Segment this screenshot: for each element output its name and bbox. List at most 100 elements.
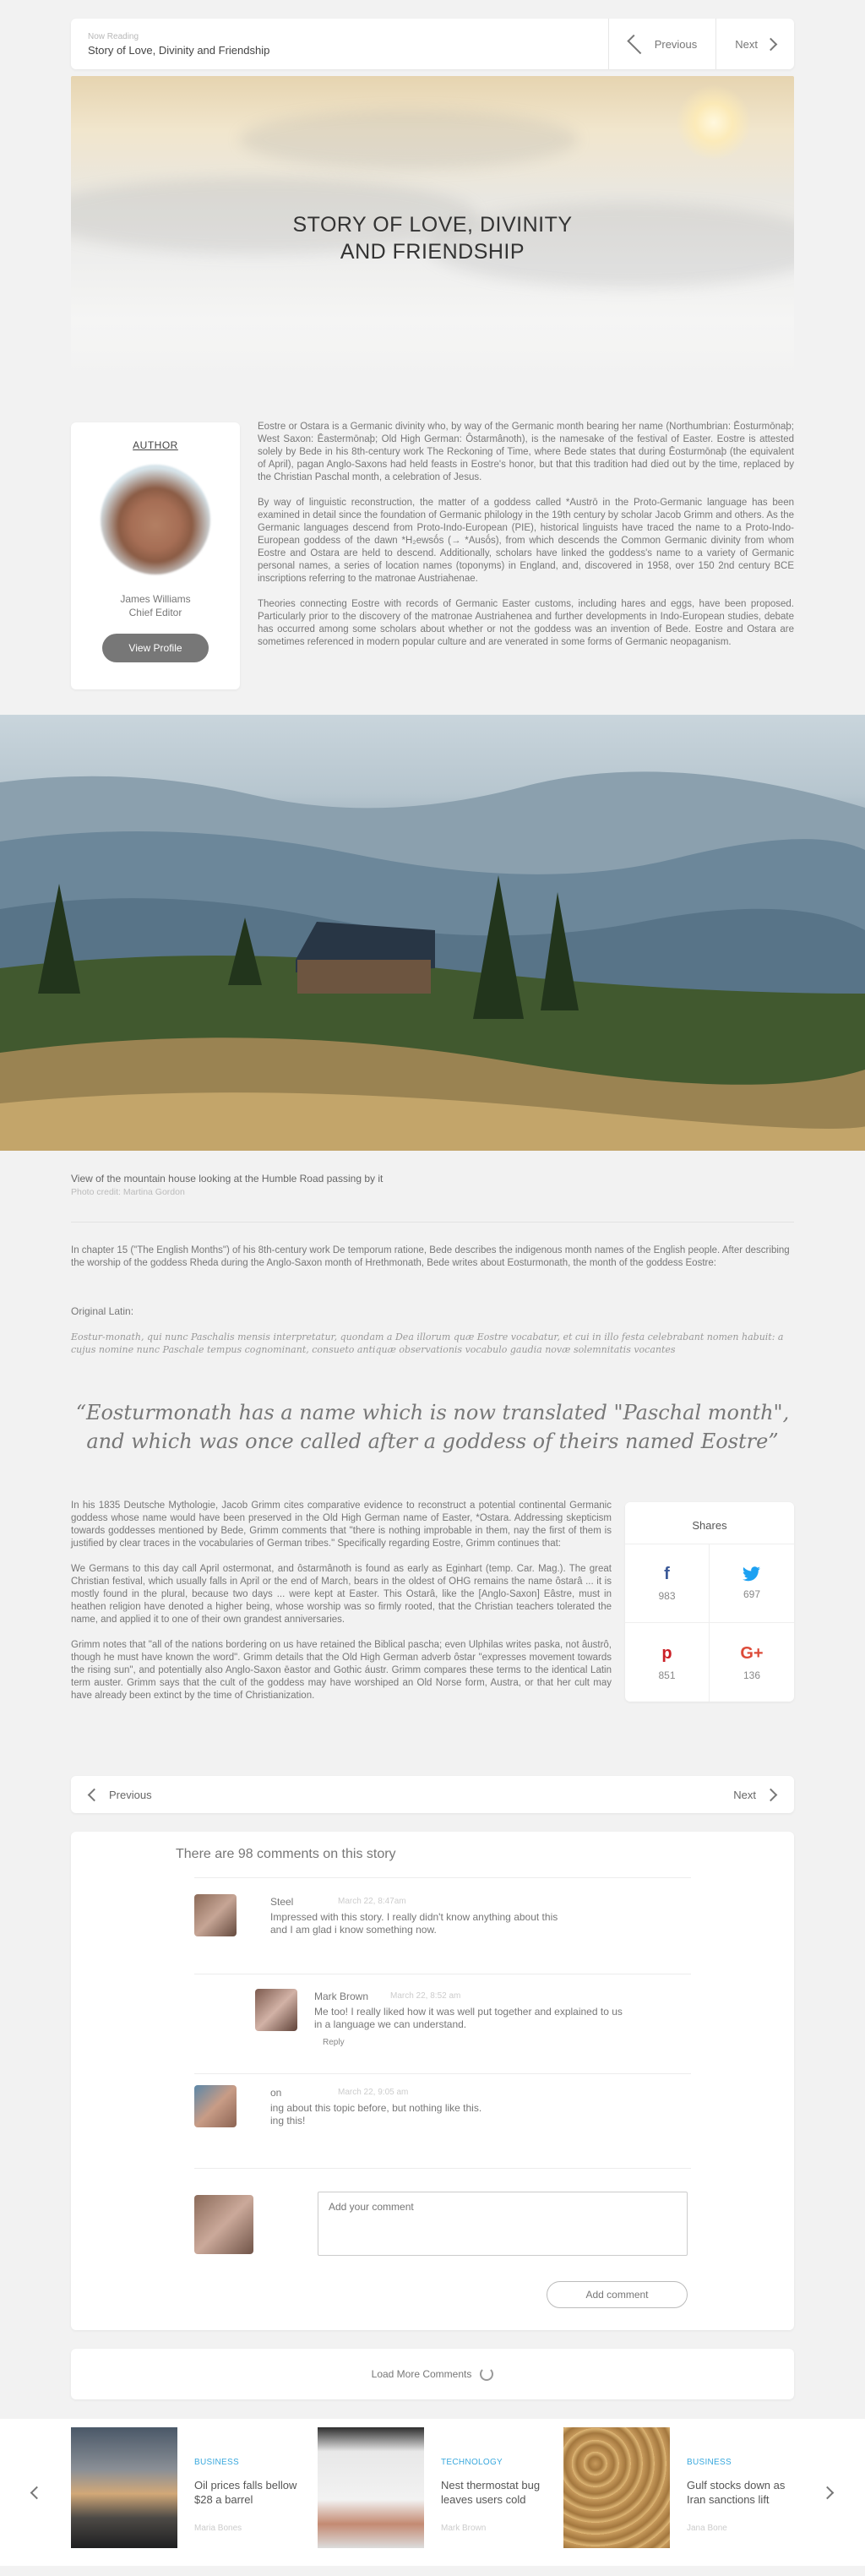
view-profile-button[interactable]: View Profile (102, 634, 209, 662)
comment: on March 22, 9:05 am ing about this topi… (194, 2085, 693, 2161)
body-text: In his 1835 Deutsche Mythologie, Jacob G… (71, 1500, 612, 1715)
commenter-name: Steel (270, 1896, 294, 1908)
commenter-avatar (194, 1894, 237, 1936)
author-name: James Williams (120, 593, 191, 605)
load-more-label: Load More Comments (371, 2368, 472, 2380)
photo-credit: Photo credit: Martina Gordon (71, 1187, 185, 1197)
latin-text: Eostur-monath, qui nunc Paschalis mensis… (71, 1332, 784, 1355)
paragraph: Theories connecting Eostre with records … (258, 599, 794, 647)
twitter-icon (743, 1566, 760, 1582)
related-story[interactable]: BUSINESS Gulf stocks down as Iran sancti… (563, 2427, 817, 2554)
chevron-left-icon (627, 34, 647, 54)
reply-link[interactable]: Reply (323, 2038, 345, 2047)
share-twitter-button[interactable]: 697 (710, 1544, 794, 1623)
story-category: BUSINESS (194, 2458, 239, 2467)
current-user (194, 2195, 262, 2263)
chevron-right-icon (820, 2486, 835, 2500)
story-author: Mark Brown (441, 2524, 487, 2533)
quote-line-2: and which was once called after a goddes… (86, 1430, 779, 1453)
story-category: TECHNOLOGY (441, 2458, 503, 2467)
related-stories: BUSINESS Oil prices falls bellow $28 a b… (0, 2419, 865, 2566)
commenter-name: Mark Brown (314, 1991, 369, 2002)
quote-line-1: “Eosturmonath has a name which is now tr… (75, 1401, 790, 1424)
mountain-house-photo (0, 715, 865, 1151)
now-reading-title: Story of Love, Divinity and Friendship (88, 43, 270, 57)
author-avatar (101, 465, 210, 575)
divider (71, 1222, 794, 1223)
next-label: Next (735, 37, 758, 51)
divider (194, 2073, 691, 2074)
landscape-illustration (0, 771, 865, 1151)
comment-input[interactable] (318, 2192, 688, 2256)
next-button[interactable]: Next (733, 1788, 778, 1801)
related-story[interactable]: TECHNOLOGY Nest thermostat bug leaves us… (318, 2427, 571, 2554)
story-author: Maria Bones (194, 2524, 242, 2533)
shares-title: Shares (625, 1502, 794, 1544)
paragraph: Eostre or Ostara is a Germanic divinity … (258, 422, 794, 482)
commenter-avatar (194, 2085, 237, 2127)
related-story[interactable]: BUSINESS Oil prices falls bellow $28 a b… (71, 2427, 324, 2554)
load-more-button[interactable]: Load More Comments (71, 2349, 794, 2399)
pinterest-icon: p (661, 1643, 672, 1663)
share-count: 851 (658, 1669, 676, 1681)
next-button[interactable]: Next (716, 19, 794, 69)
comment-text: Impressed with this story. I really didn… (270, 1911, 558, 1923)
user-avatar (194, 2195, 253, 2254)
shares-grid: f 983 697 p 851 G+ 136 (625, 1544, 794, 1702)
comments-section: There are 98 comments on this story Stee… (71, 1832, 794, 2330)
story-headline: Oil prices falls bellow $28 a barrel (194, 2479, 297, 2506)
share-pinterest-button[interactable]: p 851 (625, 1623, 710, 1702)
commenter-name: on (270, 2087, 282, 2099)
intro-text: Eostre or Ostara is a Germanic divinity … (258, 421, 794, 662)
chevron-left-icon (30, 2486, 44, 2500)
cloud (240, 110, 578, 169)
hero-title: STORY OF LOVE, DIVINITY AND FRIENDSHIP (71, 211, 794, 265)
chevron-left-icon (87, 1788, 101, 1801)
top-nav-bar: Now Reading Story of Love, Divinity and … (71, 19, 794, 69)
google-plus-icon: G+ (740, 1643, 764, 1663)
story-thumbnail (71, 2427, 177, 2548)
paragraph: In his 1835 Deutsche Mythologie, Jacob G… (71, 1500, 612, 1549)
shares-card: Shares f 983 697 p 851 G+ 136 (625, 1502, 794, 1702)
share-google-plus-button[interactable]: G+ 136 (710, 1623, 794, 1702)
comment-reply: Mark Brown March 22, 8:52 am Me too! I r… (255, 1989, 694, 2073)
previous-button[interactable]: Previous (609, 19, 716, 69)
comment-text: ing about this topic before, but nothing… (270, 2102, 482, 2114)
story-thumbnail (318, 2427, 424, 2548)
divider (194, 2168, 691, 2169)
hero-title-line-1: STORY OF LOVE, DIVINITY (292, 213, 573, 237)
story-headline: Nest thermostat bug leaves users cold (441, 2479, 541, 2506)
share-count: 136 (743, 1669, 761, 1681)
body-paragraph: In chapter 15 ("The English Months") of … (71, 1245, 790, 1268)
divider (194, 1877, 691, 1878)
share-facebook-button[interactable]: f 983 (625, 1544, 710, 1623)
story-thumbnail (563, 2427, 670, 2548)
comment-date: March 22, 8:52 am (390, 1991, 461, 2001)
chevron-right-icon (764, 1788, 778, 1801)
author-role: Chief Editor (128, 607, 182, 618)
commenter-avatar (255, 1989, 297, 2031)
share-count: 983 (658, 1590, 676, 1602)
previous-label: Previous (654, 37, 698, 51)
add-comment-button[interactable]: Add comment (547, 2281, 688, 2308)
comment-text: and I am glad i know something now. (270, 1924, 437, 1936)
carousel-next-button[interactable] (820, 2486, 835, 2502)
chevron-right-icon (764, 37, 778, 51)
story-headline: Gulf stocks down as Iran sanctions lift (687, 2479, 786, 2506)
previous-button[interactable]: Previous (87, 1788, 152, 1801)
hero-image: STORY OF LOVE, DIVINITY AND FRIENDSHIP (71, 76, 794, 380)
comment-text: Me too! I really liked how it was well p… (314, 2006, 623, 2018)
next-label: Next (733, 1788, 756, 1801)
comment: Steel March 22, 8:47am Impressed with th… (194, 1894, 693, 1970)
now-reading: Now Reading Story of Love, Divinity and … (71, 32, 608, 57)
comment-text: ing this! (270, 2115, 306, 2127)
carousel-prev-button[interactable] (30, 2486, 44, 2502)
pull-quote: “Eosturmonath has a name which is now tr… (71, 1398, 794, 1456)
comment-date: March 22, 9:05 am (338, 2088, 409, 2097)
paragraph: We Germans to this day call April osterm… (71, 1564, 612, 1625)
now-reading-label: Now Reading (88, 31, 139, 41)
previous-label: Previous (109, 1788, 152, 1801)
bottom-nav-bar: Previous Next (71, 1776, 794, 1813)
paragraph: By way of linguistic reconstruction, the… (258, 498, 794, 584)
story-category: BUSINESS (687, 2458, 732, 2467)
